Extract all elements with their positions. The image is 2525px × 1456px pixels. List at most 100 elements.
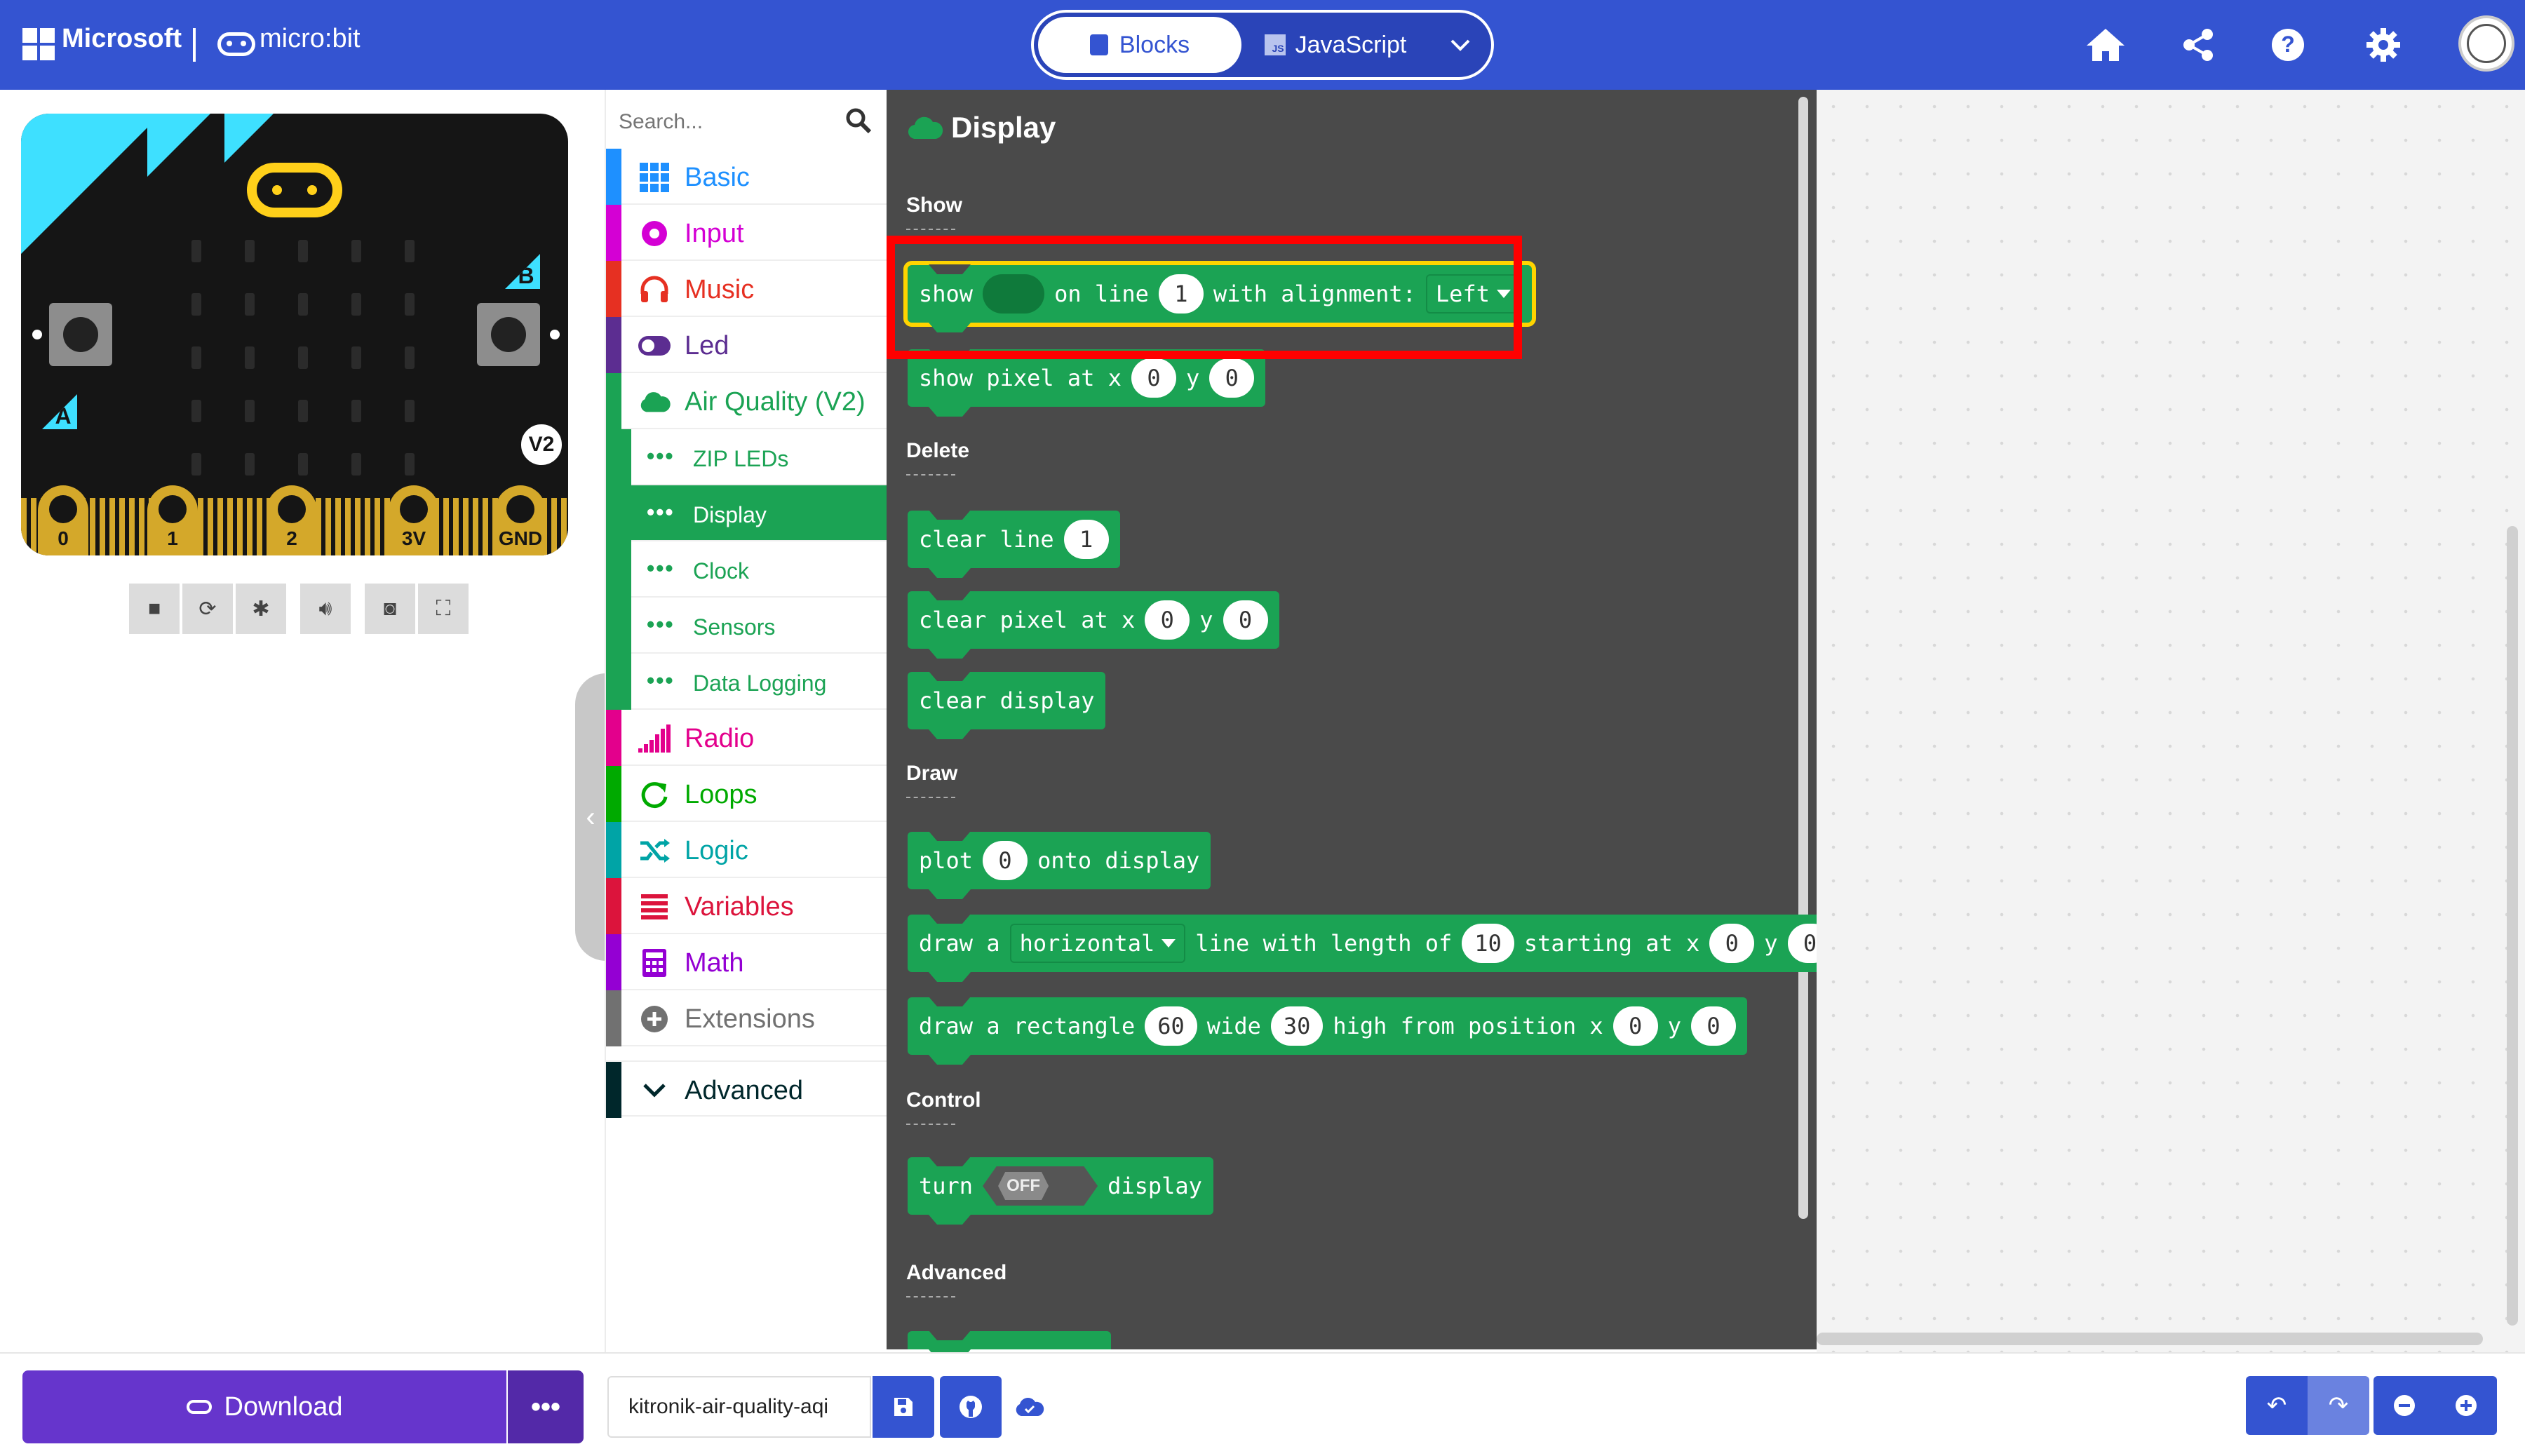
search-icon[interactable] xyxy=(844,107,873,135)
share-button[interactable] xyxy=(2173,20,2223,70)
subcategory-sensors[interactable]: ••• Sensors xyxy=(606,598,888,654)
pin-3v[interactable]: 3V xyxy=(389,485,439,555)
undo-button[interactable]: ↶ xyxy=(2246,1376,2308,1435)
chevron-down-icon xyxy=(638,1074,671,1107)
workspace-horizontal-scrollbar[interactable] xyxy=(1817,1333,2483,1345)
block-draw-rectangle[interactable]: draw a rectangle 60 wide 30 high from po… xyxy=(908,997,1747,1055)
plot-value-field[interactable]: 0 xyxy=(983,841,1028,880)
x-field[interactable]: 0 xyxy=(1145,600,1190,640)
block-clear-pixel[interactable]: clear pixel at x 0 y 0 xyxy=(908,591,1279,649)
on-off-toggle[interactable]: OFF xyxy=(983,1166,1098,1206)
led xyxy=(405,293,415,316)
x-field[interactable]: 0 xyxy=(1131,358,1176,398)
button-a[interactable] xyxy=(49,303,112,366)
settings-button[interactable] xyxy=(2358,20,2409,70)
category-basic[interactable]: Basic xyxy=(606,149,888,205)
button-b[interactable] xyxy=(477,303,540,366)
flyout-scrollbar[interactable] xyxy=(1798,97,1808,1219)
editor-toggle: Blocks JS JavaScript xyxy=(1031,10,1494,80)
category-input[interactable]: Input xyxy=(606,205,888,261)
stop-button[interactable]: ■ xyxy=(129,584,180,634)
fullscreen-button[interactable]: ⛶ xyxy=(418,584,469,634)
avatar[interactable] xyxy=(2458,15,2514,72)
project-name-input[interactable] xyxy=(607,1376,871,1438)
category-logic[interactable]: Logic xyxy=(606,822,888,878)
block-text: plot xyxy=(919,847,974,874)
save-button[interactable] xyxy=(873,1376,934,1438)
y-field[interactable]: 0 xyxy=(1690,1006,1736,1046)
category-color-bar xyxy=(606,878,621,934)
brand-microsoft[interactable]: Microsoft xyxy=(62,24,182,54)
led xyxy=(351,346,361,369)
y-field[interactable]: 0 xyxy=(1223,600,1268,640)
block-turn-display[interactable]: turn OFF display xyxy=(908,1157,1213,1215)
button-b-label: B xyxy=(505,254,540,289)
category-color-bar xyxy=(606,317,621,373)
tab-blocks[interactable]: Blocks xyxy=(1038,17,1241,73)
subcategory-clock[interactable]: ••• Clock xyxy=(606,541,888,598)
pin-2[interactable]: 2 xyxy=(267,485,317,555)
subcategory-data-logging[interactable]: ••• Data Logging xyxy=(606,654,888,710)
search-input[interactable] xyxy=(612,101,843,143)
block-plot[interactable]: plot 0 onto display xyxy=(908,832,1211,889)
tab-javascript[interactable]: JS JavaScript xyxy=(1244,17,1427,73)
subcategory-zip-leds[interactable]: ••• ZIP LEDs xyxy=(606,429,888,485)
screenshot-button[interactable]: ◙ xyxy=(365,584,415,634)
pin-gnd[interactable]: GND xyxy=(495,485,546,555)
collapse-simulator-button[interactable]: ‹ xyxy=(575,673,606,961)
zoom-in-button[interactable] xyxy=(2435,1376,2497,1435)
redo-icon: ↷ xyxy=(2328,1392,2349,1419)
subcategory-display[interactable]: ••• Display xyxy=(606,485,888,541)
microbit-board[interactable]: A B V2 0 1 2 3V GND xyxy=(21,114,568,555)
x-field[interactable]: 0 xyxy=(1612,1006,1658,1046)
category-radio[interactable]: Radio xyxy=(606,710,888,766)
pin-1[interactable]: 1 xyxy=(147,485,198,555)
direction-dropdown[interactable]: horizontal xyxy=(1009,924,1186,963)
line-number-field[interactable]: 1 xyxy=(1063,520,1109,559)
workspace-vertical-scrollbar[interactable] xyxy=(2507,526,2518,1326)
download-button[interactable]: Download xyxy=(22,1370,506,1443)
mute-button[interactable]: 🔊︎ xyxy=(300,584,351,634)
cloud-sync-icon[interactable] xyxy=(1014,1393,1045,1421)
touch-logo[interactable] xyxy=(247,163,342,217)
brand-divider xyxy=(193,28,196,62)
category-music[interactable]: Music xyxy=(606,261,888,317)
zoom-out-button[interactable] xyxy=(2374,1376,2435,1435)
dots-icon: ••• xyxy=(647,499,675,525)
brand-microbit[interactable]: micro:bit xyxy=(260,24,361,54)
led xyxy=(245,293,255,316)
chevron-down-icon xyxy=(1450,39,1470,51)
block-clear-display[interactable]: clear display xyxy=(908,672,1106,729)
block-draw-line[interactable]: draw a horizontal line with length of 10… xyxy=(908,915,1844,972)
category-led[interactable]: Led xyxy=(606,317,888,373)
home-button[interactable] xyxy=(2080,20,2131,70)
led xyxy=(191,400,201,422)
debug-button[interactable]: ✱ xyxy=(236,584,286,634)
github-button[interactable] xyxy=(940,1376,1002,1438)
y-field[interactable]: 0 xyxy=(1209,358,1255,398)
x-field[interactable]: 0 xyxy=(1709,924,1755,963)
category-air-quality[interactable]: Air Quality (V2) xyxy=(606,373,888,429)
led xyxy=(351,293,361,316)
category-extensions[interactable]: Extensions xyxy=(606,990,888,1046)
block-clear-line[interactable]: clear line 1 xyxy=(908,511,1120,568)
redo-button[interactable]: ↷ xyxy=(2308,1376,2369,1435)
category-loops[interactable]: Loops xyxy=(606,766,888,822)
category-math[interactable]: Math xyxy=(606,934,888,990)
pin-0[interactable]: 0 xyxy=(38,485,88,555)
editor-dropdown-button[interactable] xyxy=(1432,17,1488,73)
length-field[interactable]: 10 xyxy=(1462,924,1514,963)
category-variables[interactable]: Variables xyxy=(606,878,888,934)
more-options-button[interactable]: ••• xyxy=(508,1370,584,1443)
help-button[interactable]: ? xyxy=(2263,20,2313,70)
category-advanced[interactable]: Advanced xyxy=(606,1060,888,1118)
width-field[interactable]: 60 xyxy=(1145,1006,1197,1046)
restart-button[interactable]: ⟳ xyxy=(182,584,233,634)
block-advanced-partial[interactable] xyxy=(908,1331,1111,1349)
height-field[interactable]: 30 xyxy=(1270,1006,1324,1046)
fullscreen-icon: ⛶ xyxy=(436,597,451,620)
led xyxy=(191,346,201,369)
blocks-workspace[interactable] xyxy=(1817,90,2525,1352)
camera-icon: ◙ xyxy=(383,597,397,620)
toolbox-search xyxy=(612,101,878,143)
